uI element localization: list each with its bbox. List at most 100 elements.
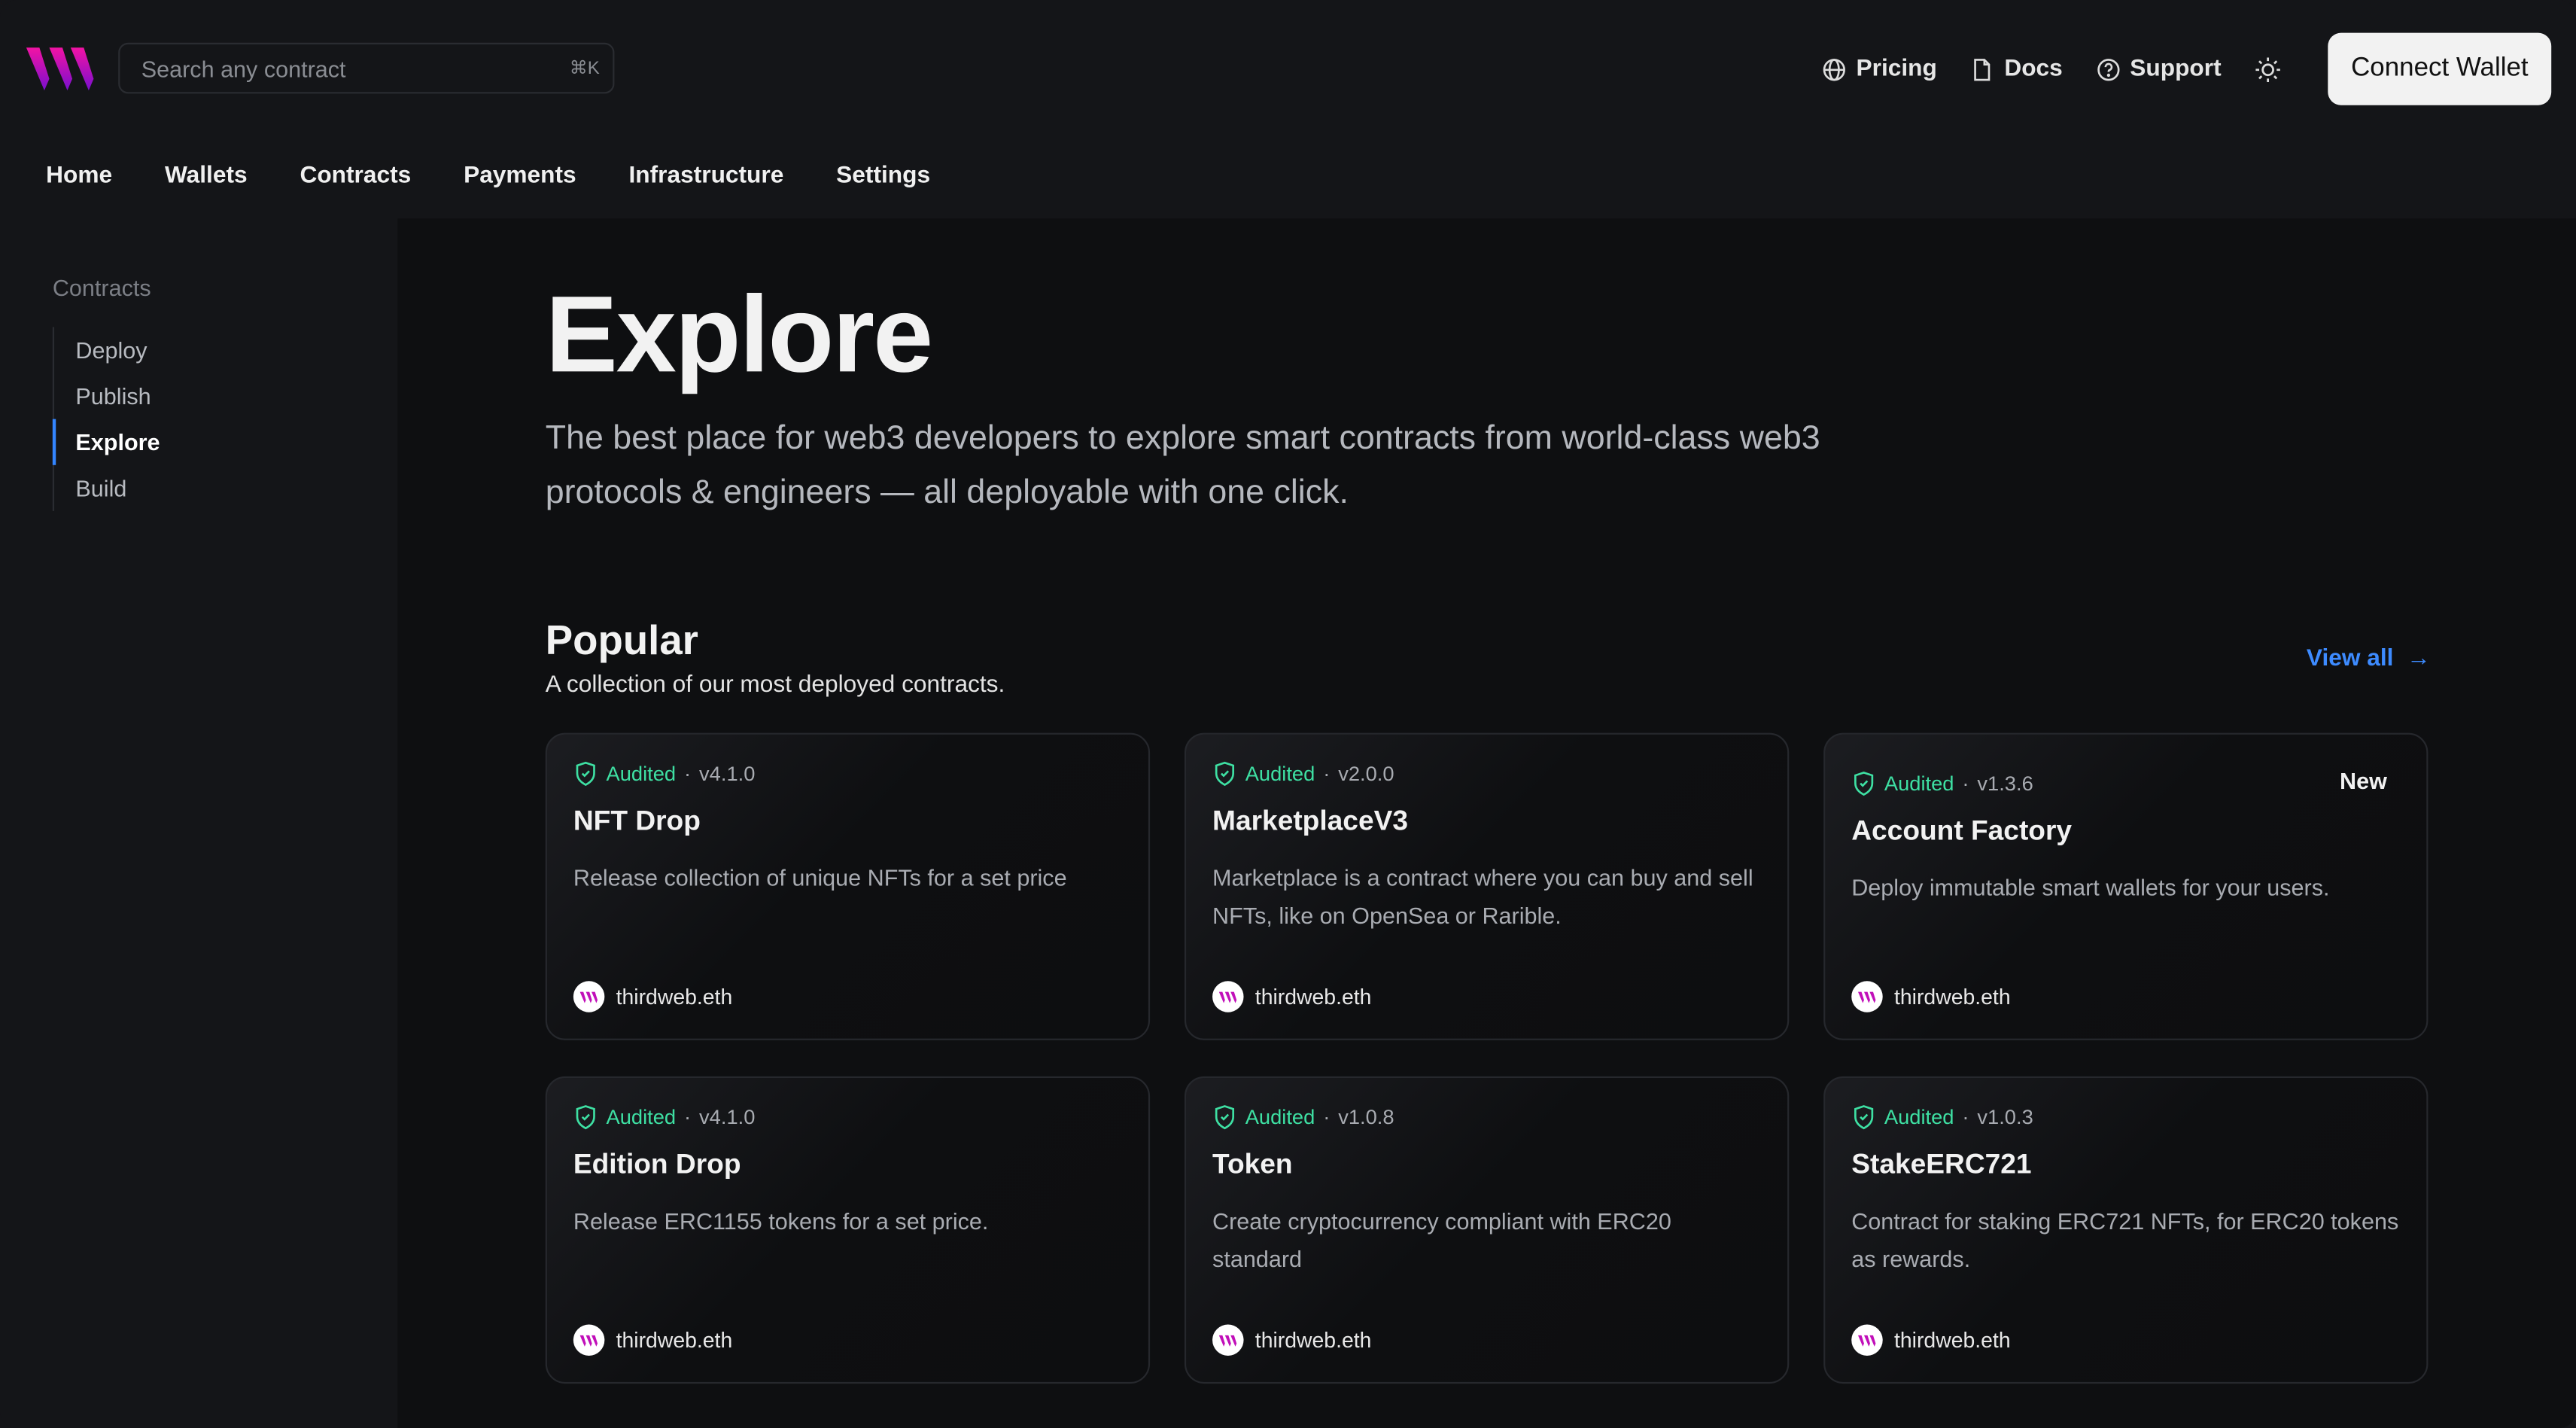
contract-name: MarketplaceV3 <box>1212 805 1409 837</box>
docs-link[interactable]: Docs <box>1970 56 2063 82</box>
audited-label: Audited <box>606 762 677 786</box>
shield-check-icon <box>1854 771 1874 796</box>
shield-check-icon <box>576 761 595 787</box>
contract-name: Token <box>1212 1148 1293 1180</box>
sun-icon[interactable] <box>2254 55 2282 83</box>
audit-badge: Audited · v1.3.6 <box>1851 771 2400 797</box>
contract-description: Marketplace is a contract where you can … <box>1212 864 1753 928</box>
audit-badge: Audited · v4.1.0 <box>573 761 1122 787</box>
sidebar-item-build[interactable]: Build <box>75 465 160 511</box>
arrow-right-icon: → <box>2400 645 2431 672</box>
search-placeholder: Search any contract <box>141 55 346 82</box>
sidebar-item-publish[interactable]: Publish <box>75 373 160 419</box>
avatar <box>1851 1324 1883 1356</box>
docs-label: Docs <box>2004 56 2063 83</box>
audited-label: Audited <box>1884 772 1954 796</box>
main-nav: Home Wallets Contracts Payments Infrastr… <box>46 163 930 189</box>
nav-contracts[interactable]: Contracts <box>300 163 411 189</box>
nav-infrastructure[interactable]: Infrastructure <box>629 163 784 189</box>
shield-check-icon <box>576 1105 595 1130</box>
separator: · <box>684 1106 692 1129</box>
shield-check-icon <box>1215 761 1235 787</box>
support-label: Support <box>2130 56 2222 83</box>
pricing-link[interactable]: Pricing <box>1822 56 1937 82</box>
sidebar-heading: Contracts <box>52 274 151 301</box>
sidebar-item-deploy[interactable]: Deploy <box>75 327 160 373</box>
publisher[interactable]: thirdweb.eth <box>573 1324 733 1356</box>
publisher[interactable]: thirdweb.eth <box>1212 981 1371 1012</box>
version: v2.0.0 <box>1338 762 1394 786</box>
avatar <box>573 981 605 1012</box>
view-all-link[interactable]: View all → <box>2307 646 2431 672</box>
contract-name: Edition Drop <box>573 1148 741 1180</box>
avatar <box>573 1324 605 1356</box>
contract-card[interactable]: Audited · v2.0.0 MarketplaceV3 Marketplace… <box>1184 732 1790 1040</box>
audited-label: Audited <box>1245 1106 1315 1129</box>
search-input[interactable]: Search any contract ⌘K <box>118 42 615 94</box>
search-shortcut: ⌘K <box>569 59 600 79</box>
publisher-name: thirdweb.eth <box>616 984 733 1009</box>
separator: · <box>1962 1106 1969 1129</box>
separator: · <box>1323 762 1331 786</box>
version: v1.3.6 <box>1977 772 2033 796</box>
contract-card[interactable]: Audited · v1.0.3 StakeERC721 Contract for … <box>1823 1076 2428 1384</box>
audit-badge: Audited · v1.0.3 <box>1851 1104 2400 1131</box>
contract-description: Create cryptocurrency compliant with ERC… <box>1212 1207 1671 1271</box>
help-circle-icon <box>2097 58 2119 81</box>
contract-card[interactable]: Audited · v1.0.8 Token Create cryptocurren… <box>1184 1076 1790 1384</box>
avatar <box>1212 981 1244 1012</box>
contract-name: Account Factory <box>1851 814 2073 847</box>
version: v1.0.8 <box>1338 1106 1394 1129</box>
contract-description: Deploy immutable smart wallets for your … <box>1851 874 2330 901</box>
publisher[interactable]: thirdweb.eth <box>573 981 732 1012</box>
publisher-name: thirdweb.eth <box>1255 1327 1372 1353</box>
avatar <box>1851 981 1883 1012</box>
contract-description: Release ERC1155 tokens for a set price. <box>573 1207 989 1235</box>
nav-payments[interactable]: Payments <box>464 163 576 189</box>
page-subtitle: The best place for web3 developers to ex… <box>545 419 1820 511</box>
publisher[interactable]: thirdweb.eth <box>1851 1324 2011 1356</box>
pricing-label: Pricing <box>1856 56 1937 83</box>
contract-name: StakeERC721 <box>1851 1148 2032 1180</box>
separator: · <box>1962 772 1969 796</box>
app: Search any contract ⌘K Pricing Docs Supp… <box>0 0 2576 1428</box>
contract-card[interactable]: Audited · v4.1.0 NFT Drop Release collecti… <box>545 732 1151 1040</box>
audited-label: Audited <box>606 1106 677 1129</box>
document-icon <box>1974 58 1991 81</box>
sidebar-item-explore[interactable]: Explore <box>52 419 160 465</box>
publisher-name: thirdweb.eth <box>616 1327 733 1353</box>
publisher[interactable]: thirdweb.eth <box>1851 981 2011 1012</box>
version: v1.0.3 <box>1977 1106 2033 1129</box>
audit-badge: Audited · v1.0.8 <box>1212 1104 1761 1131</box>
audited-label: Audited <box>1245 762 1315 786</box>
audit-badge: Audited · v2.0.0 <box>1212 761 1761 787</box>
contract-description: Release collection of unique NFTs for a … <box>573 864 1067 891</box>
top-links: Pricing Docs Support Connect Wallet <box>1822 32 2552 105</box>
version: v4.1.0 <box>699 762 756 786</box>
contract-card[interactable]: Audited · v4.1.0 Edition Drop Release ERC1… <box>545 1076 1151 1384</box>
sidebar: Contracts Deploy Publish Explore Build <box>52 274 160 511</box>
shield-check-icon <box>1215 1105 1235 1130</box>
publisher-name: thirdweb.eth <box>1893 984 2011 1009</box>
nav-settings[interactable]: Settings <box>836 163 930 189</box>
separator: · <box>684 762 692 786</box>
contract-card[interactable]: Audited · v1.3.6 New Account Factory Deplo… <box>1823 732 2428 1040</box>
new-badge: New <box>2340 767 2387 794</box>
publisher[interactable]: thirdweb.eth <box>1212 1324 1372 1356</box>
contract-name: NFT Drop <box>573 805 701 837</box>
publisher-name: thirdweb.eth <box>1893 1327 2011 1353</box>
nav-home[interactable]: Home <box>46 163 112 189</box>
separator: · <box>1323 1106 1331 1129</box>
page-title: Explore <box>545 273 933 394</box>
globe-icon <box>1823 58 1845 81</box>
publisher-name: thirdweb.eth <box>1255 984 1372 1009</box>
connect-wallet-button[interactable]: Connect Wallet <box>2328 32 2552 105</box>
support-link[interactable]: Support <box>2095 56 2222 83</box>
view-all-label: View all <box>2306 645 2394 672</box>
audit-badge: Audited · v4.1.0 <box>573 1104 1122 1131</box>
nav-wallets[interactable]: Wallets <box>165 163 248 189</box>
section-title: Popular <box>545 617 698 664</box>
thirdweb-logo[interactable] <box>26 46 96 92</box>
avatar <box>1212 1324 1244 1356</box>
audited-label: Audited <box>1884 1106 1954 1129</box>
